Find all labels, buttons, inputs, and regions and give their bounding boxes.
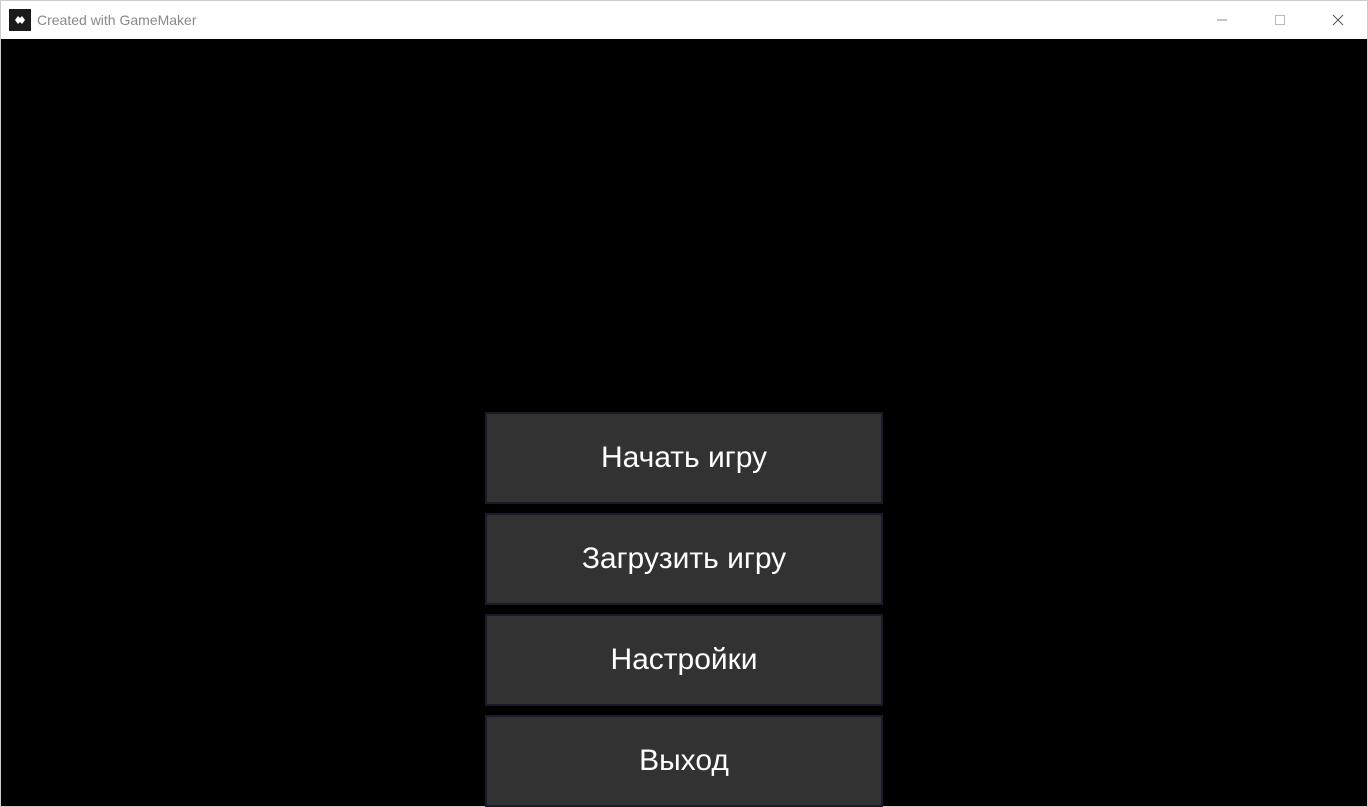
exit-button[interactable]: Выход — [485, 715, 883, 807]
close-button[interactable] — [1309, 1, 1367, 39]
window-controls — [1193, 1, 1367, 39]
maximize-icon — [1274, 14, 1286, 26]
menu-label: Загрузить игру — [582, 542, 786, 576]
settings-button[interactable]: Настройки — [485, 614, 883, 706]
minimize-button[interactable] — [1193, 1, 1251, 39]
start-game-button[interactable]: Начать игру — [485, 412, 883, 504]
close-icon — [1332, 14, 1344, 26]
minimize-icon — [1216, 14, 1228, 26]
menu-label: Настройки — [610, 643, 757, 677]
load-game-button[interactable]: Загрузить игру — [485, 513, 883, 605]
gamemaker-icon — [9, 9, 31, 31]
maximize-button[interactable] — [1251, 1, 1309, 39]
titlebar-left: Created with GameMaker — [9, 9, 197, 31]
menu-label: Начать игру — [601, 441, 767, 475]
window-title: Created with GameMaker — [37, 12, 197, 28]
app-window: Created with GameMaker — [0, 0, 1368, 807]
main-menu: Начать игру Загрузить игру Настройки Вых… — [485, 412, 883, 807]
game-viewport: Начать игру Загрузить игру Настройки Вых… — [1, 39, 1367, 806]
titlebar[interactable]: Created with GameMaker — [1, 1, 1367, 39]
menu-label: Выход — [639, 744, 729, 778]
